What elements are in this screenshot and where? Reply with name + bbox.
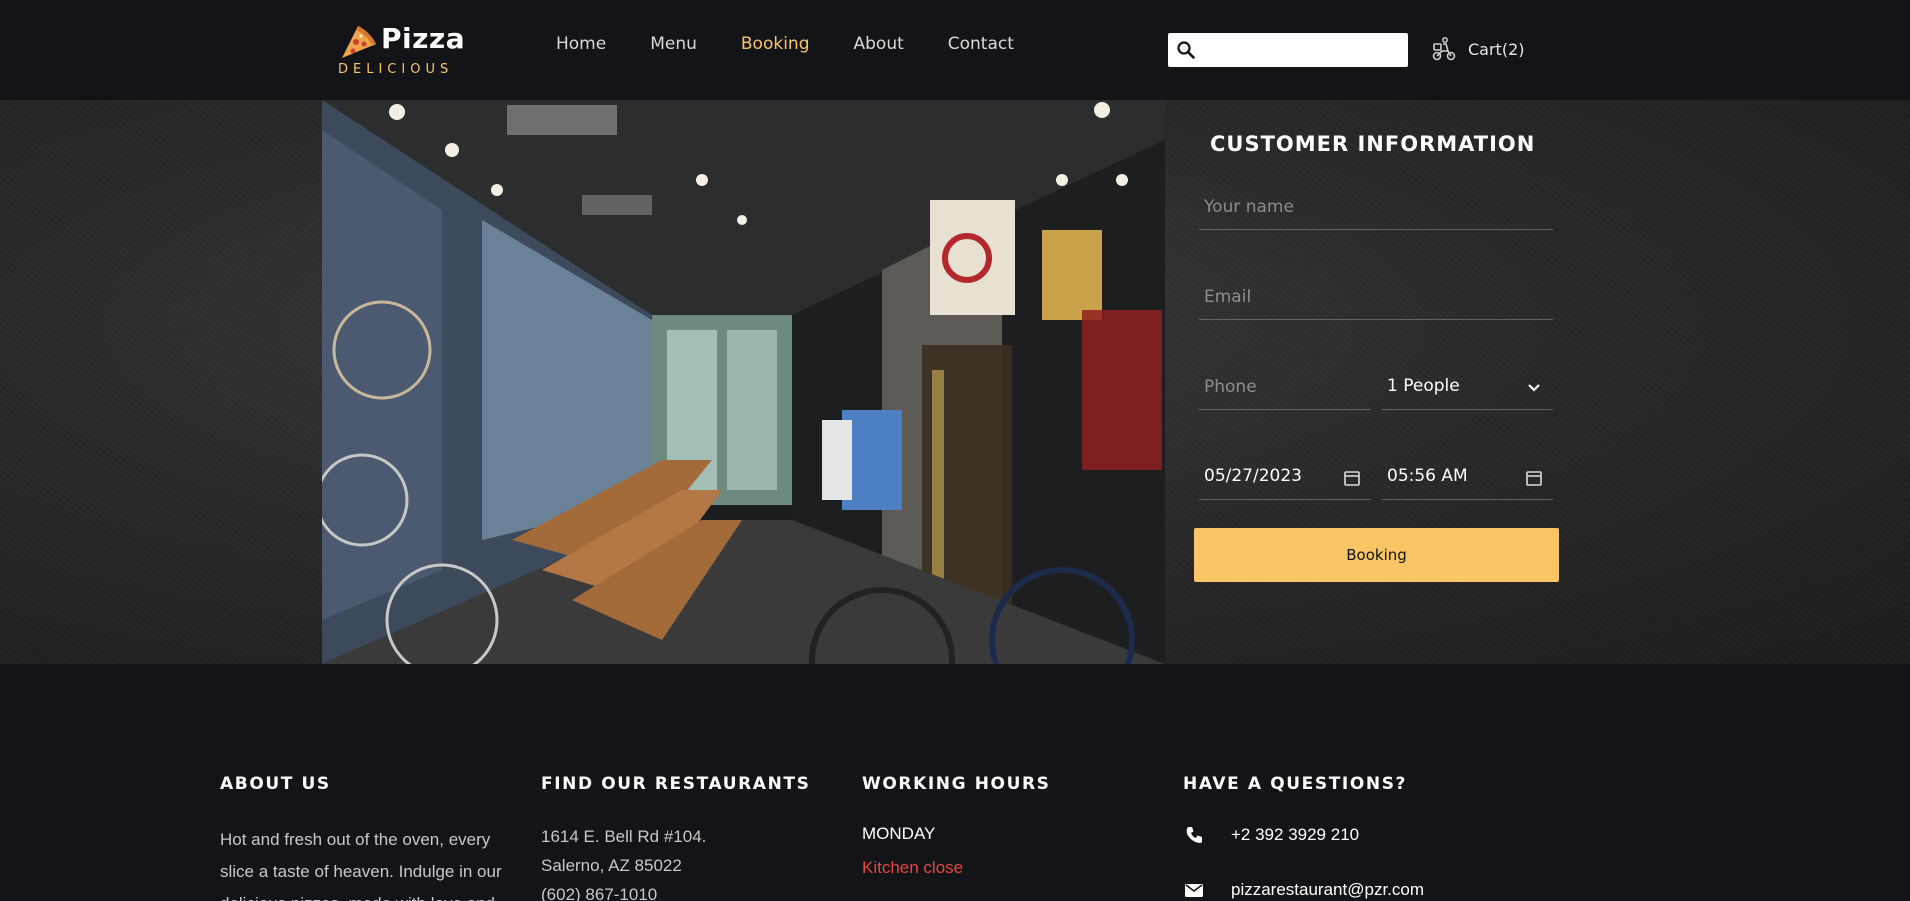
restaurant-address: 1614 E. Bell Rd #104. Salerno, AZ 85022 … [541,822,841,901]
people-select[interactable]: 1 People [1382,366,1553,410]
brand-name: Pizza [381,22,466,55]
about-us-heading: ABOUT US [220,774,331,794]
nav-menu[interactable]: Menu [650,34,697,58]
delivery-scooter-icon [1432,37,1456,61]
restaurants-column: FIND OUR RESTAURANTS 1614 E. Bell Rd #10… [541,774,841,901]
search-input[interactable] [1202,37,1402,63]
booking-section: CUSTOMER INFORMATION 1 People 05/27/2023… [0,100,1910,664]
brand-tagline: DELICIOUS [338,62,454,77]
search-icon[interactable] [1176,40,1196,60]
customer-information-form: CUSTOMER INFORMATION 1 People 05/27/2023… [1194,100,1560,664]
address-line-1: 1614 E. Bell Rd #104. [541,827,707,846]
restaurant-phone: (602) 867-1010 [541,885,658,901]
questions-heading: HAVE A QUESTIONS? [1183,774,1408,794]
contact-phone-row[interactable]: +2 392 3929 210 [1183,822,1483,848]
nav-about[interactable]: About [854,34,904,58]
cart-label: Cart(2) [1468,39,1525,59]
cart-button[interactable]: Cart(2) [1430,35,1525,63]
date-value: 05/27/2023 [1204,466,1302,486]
phone-icon [1186,827,1202,843]
address-line-2: Salerno, AZ 85022 [541,856,682,875]
form-title: CUSTOMER INFORMATION [1210,132,1536,156]
mail-icon [1185,884,1203,897]
pizza-slice-icon [342,26,376,58]
booking-button[interactable]: Booking [1194,528,1559,582]
chevron-down-icon [1528,384,1540,392]
brand-logo[interactable]: Pizza DELICIOUS [336,20,465,78]
name-input[interactable] [1204,190,1548,224]
people-value: 1 People [1387,376,1460,396]
site-footer: ABOUT US Hot and fresh out of the oven, … [0,664,1910,901]
site-header: Pizza DELICIOUS Home Menu Booking About … [0,0,1910,100]
contact-phone: +2 392 3929 210 [1231,825,1360,844]
name-field [1199,186,1553,230]
time-field[interactable]: 05:56 AM [1382,456,1553,500]
about-us-text: Hot and fresh out of the oven, every sli… [220,830,502,901]
date-field[interactable]: 05/27/2023 [1199,456,1371,500]
phone-input[interactable] [1204,370,1366,404]
phone-field [1199,366,1371,410]
time-value: 05:56 AM [1387,466,1468,486]
contact-email: pizzarestaurant@pzr.com [1231,880,1425,899]
nav-home[interactable]: Home [556,34,606,58]
restaurants-heading: FIND OUR RESTAURANTS [541,774,811,794]
nav-contact[interactable]: Contact [948,34,1014,58]
working-hours-column: WORKING HOURS MONDAY Kitchen close [862,774,1162,878]
contact-email-row[interactable]: pizzarestaurant@pzr.com [1183,877,1483,901]
questions-column: HAVE A QUESTIONS? +2 392 3929 210 pizzar… [1183,774,1483,901]
working-day: MONDAY [862,824,936,843]
email-field [1199,276,1553,320]
kitchen-status: Kitchen close [862,858,964,877]
main-nav: Home Menu Booking About Contact [534,34,1036,58]
nav-booking[interactable]: Booking [741,34,810,58]
working-hours-heading: WORKING HOURS [862,774,1051,794]
about-us-column: ABOUT US Hot and fresh out of the oven, … [220,774,520,901]
email-input[interactable] [1204,280,1548,314]
calendar-icon[interactable] [1343,469,1361,487]
search-box [1168,33,1408,67]
restaurant-interior-photo [322,100,1165,664]
calendar-icon[interactable] [1525,469,1543,487]
